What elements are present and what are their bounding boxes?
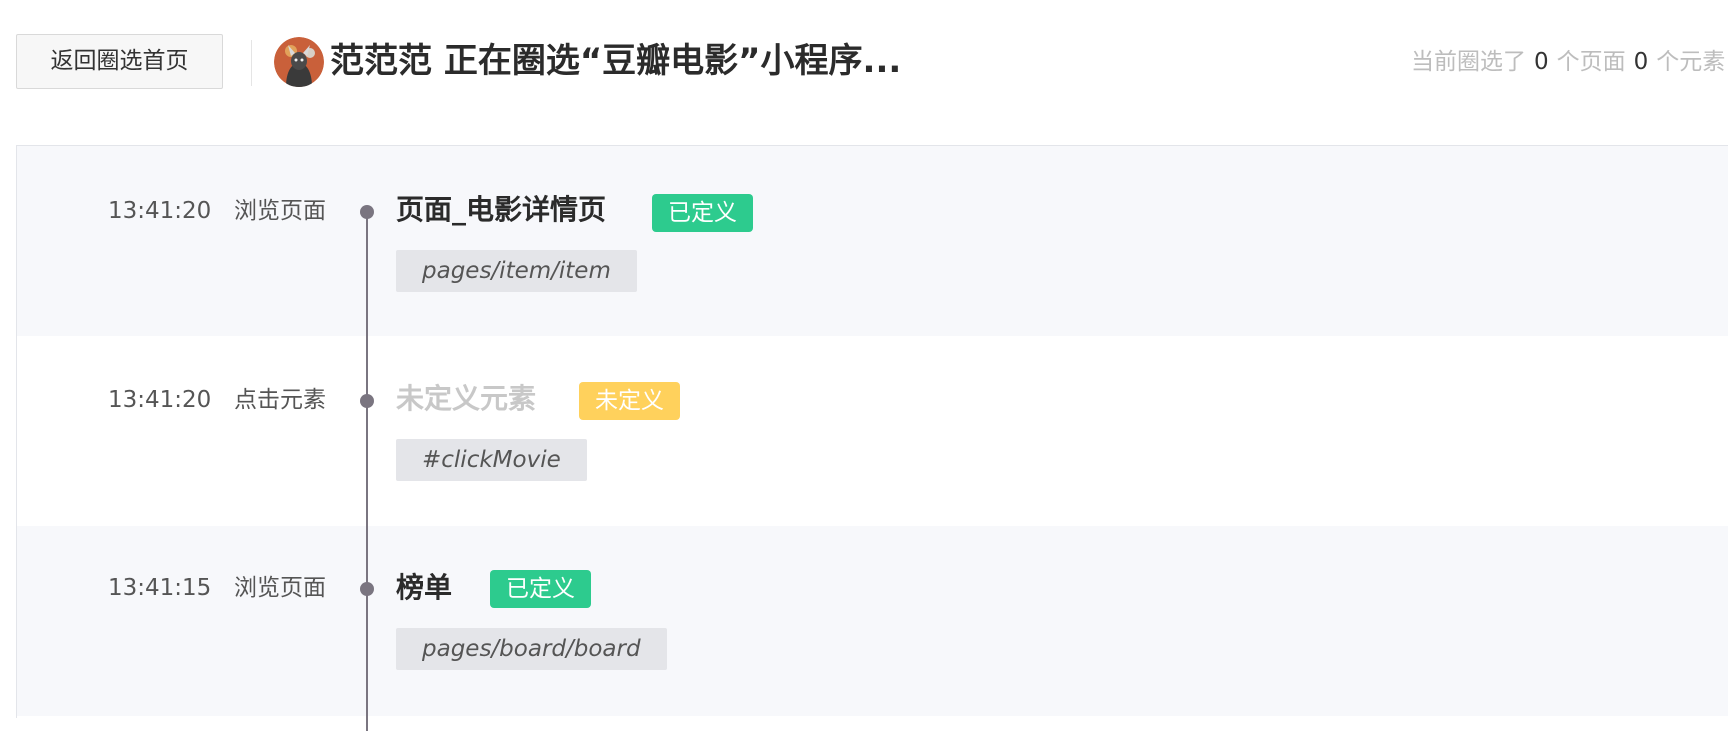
page-path-tag: pages/item/item (396, 250, 637, 292)
event-row[interactable]: 13:41:15 浏览页面 榜单 已定义 pages/board/board (17, 526, 1728, 716)
event-row[interactable]: 13:41:20 浏览页面 页面_电影详情页 已定义 pages/item/it… (17, 146, 1728, 336)
header-divider (251, 40, 252, 86)
event-name: 页面_电影详情页 (396, 193, 607, 226)
event-row[interactable]: 13:41:20 点击元素 未定义元素 未定义 #clickMovie (17, 336, 1728, 526)
event-name: 榜单 (396, 571, 453, 604)
element-selector-tag: #clickMovie (396, 439, 587, 481)
timeline-dot-icon (360, 394, 374, 408)
page-path-tag: pages/board/board (396, 628, 667, 670)
event-name: 未定义元素 (396, 382, 537, 415)
timeline-line (366, 211, 368, 731)
status-badge: 未定义 (579, 382, 680, 420)
event-timeline: 13:41:20 浏览页面 页面_电影详情页 已定义 pages/item/it… (16, 145, 1728, 731)
event-type: 浏览页面 (234, 575, 326, 601)
summary-prefix: 当前圈选了 (1411, 49, 1526, 75)
page-title: 范范范 正在圈选“豆瓣电影”小程序... (330, 41, 902, 81)
status-badge: 已定义 (490, 570, 591, 608)
timeline-dot-icon (360, 582, 374, 596)
page-unit-label: 个页面 (1556, 49, 1626, 75)
selected-element-count: 0 (1633, 49, 1649, 75)
selection-summary: 当前圈选了 0 个页面 0 个元素 (1411, 44, 1725, 80)
top-bar: 返回圈选首页 范范范 正在圈选“豆瓣电影”小程序... 当前圈选了 0 个页面 0 个元… (0, 0, 1728, 120)
status-badge: 已定义 (652, 194, 753, 232)
user-avatar (274, 37, 324, 87)
event-time: 13:41:20 (108, 387, 212, 413)
event-type: 点击元素 (234, 387, 326, 413)
element-unit-label: 个元素 (1656, 49, 1726, 75)
event-type: 浏览页面 (234, 198, 326, 224)
selected-page-count: 0 (1534, 49, 1549, 75)
timeline-dot-icon (360, 205, 374, 219)
event-time: 13:41:20 (108, 198, 212, 224)
event-time: 13:41:15 (108, 575, 212, 601)
back-to-home-button[interactable]: 返回圈选首页 (16, 34, 223, 89)
